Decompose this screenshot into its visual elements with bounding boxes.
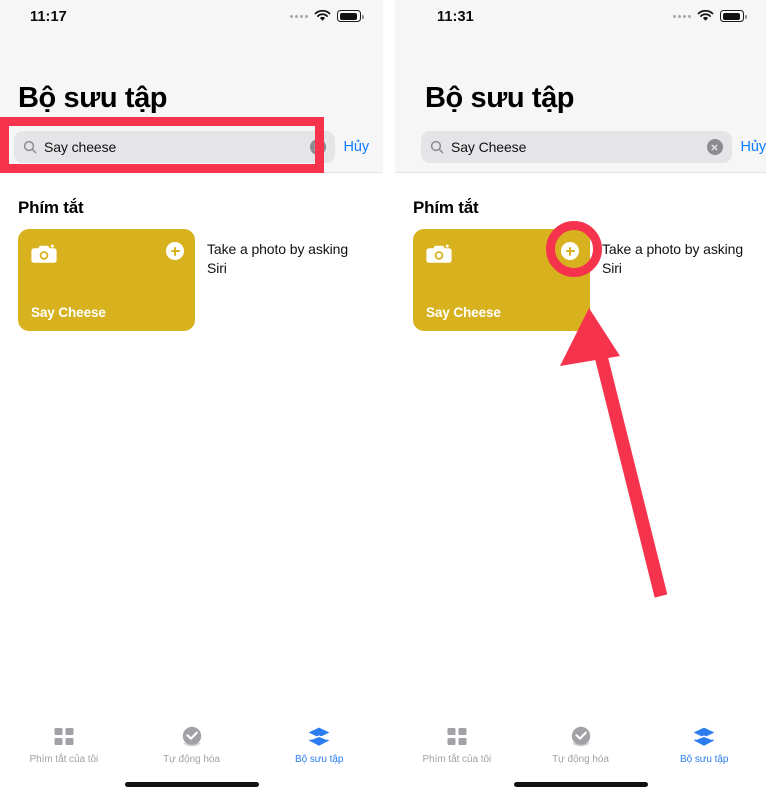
shortcut-row: Say Cheese Take a photo by asking Siri (18, 229, 368, 331)
section-title-shortcuts: Phím tắt (413, 198, 479, 217)
clock-check-icon (569, 725, 593, 749)
camera-icon (31, 244, 57, 263)
shortcut-description: Take a photo by asking Siri (207, 241, 349, 277)
status-time: 11:31 (437, 9, 474, 25)
tab-label: Phím tắt của tôi (422, 754, 492, 765)
tab-label: Tự động hóa (163, 754, 220, 765)
header-chrome-right: 11:31 Bộ sưu tập Say Cheese Hủy (395, 0, 766, 173)
plus-circle-icon[interactable] (561, 242, 579, 260)
cancel-button[interactable]: Hủy (344, 139, 370, 155)
wifi-icon (314, 10, 331, 21)
shortcut-card[interactable]: Say Cheese (413, 229, 590, 331)
layers-icon (692, 725, 716, 749)
tab-bar-left: Phím tắt của tôi Tự động hóa Bộ sưu tập (0, 712, 383, 800)
search-value: Say cheese (44, 139, 117, 155)
battery-icon (720, 10, 747, 22)
status-indicators (290, 10, 364, 22)
cancel-button[interactable]: Hủy (741, 139, 766, 155)
tab-automation[interactable]: Tự động hóa (128, 712, 256, 772)
home-indicator (124, 782, 259, 787)
phone-screen-right: 11:31 Bộ sưu tập Say Cheese Hủy Phím tắt… (383, 0, 766, 800)
shortcut-name: Say Cheese (426, 305, 501, 320)
page-title: Bộ sưu tập (425, 82, 575, 114)
search-row-left: Say cheese Hủy (14, 131, 369, 163)
status-bar-left: 11:17 (0, 0, 383, 36)
clear-circle-icon[interactable] (309, 139, 326, 155)
status-indicators (673, 10, 747, 22)
layers-icon (307, 725, 331, 749)
tab-bar-right: Phím tắt của tôi Tự động hóa Bộ sưu tập (395, 712, 766, 800)
tab-gallery[interactable]: Bộ sưu tập (642, 712, 766, 772)
clock-check-icon (180, 725, 204, 749)
header-chrome-left: 11:17 Bộ sưu tập Say cheese Hủy (0, 0, 383, 173)
plus-circle-icon[interactable] (166, 242, 184, 260)
tab-label: Tự động hóa (552, 754, 609, 765)
camera-icon (426, 244, 452, 263)
grid-icon (53, 725, 75, 749)
tab-gallery[interactable]: Bộ sưu tập (255, 712, 383, 772)
search-icon (430, 140, 444, 154)
search-value: Say Cheese (451, 139, 527, 155)
battery-icon (337, 10, 364, 22)
tab-label: Bộ sưu tập (679, 754, 729, 765)
status-time: 11:17 (30, 9, 67, 25)
search-input[interactable]: Say Cheese (421, 131, 732, 163)
tab-label: Phím tắt của tôi (29, 754, 99, 765)
signal-dots-icon (290, 14, 308, 18)
tab-automation[interactable]: Tự động hóa (519, 712, 643, 772)
tab-my-shortcuts[interactable]: Phím tắt của tôi (395, 712, 519, 772)
tab-label: Bộ sưu tập (294, 754, 344, 765)
page-title: Bộ sưu tập (18, 82, 168, 114)
signal-dots-icon (673, 14, 691, 18)
shortcut-row: Say Cheese Take a photo by asking Siri (413, 229, 753, 331)
search-icon (23, 140, 37, 154)
wifi-icon (697, 10, 714, 21)
shortcut-card[interactable]: Say Cheese (18, 229, 195, 331)
grid-icon (446, 725, 468, 749)
search-input[interactable]: Say cheese (14, 131, 335, 163)
shortcut-description: Take a photo by asking Siri (602, 241, 744, 277)
screenshot-stage: 11:17 Bộ sưu tập Say cheese Hủy Phím tắt… (0, 0, 766, 800)
home-indicator (513, 782, 648, 787)
clear-circle-icon[interactable] (706, 139, 723, 155)
tab-my-shortcuts[interactable]: Phím tắt của tôi (0, 712, 128, 772)
section-title-shortcuts: Phím tắt (18, 198, 84, 217)
shortcut-name: Say Cheese (31, 305, 106, 320)
status-bar-right: 11:31 (395, 0, 766, 36)
phone-screen-left: 11:17 Bộ sưu tập Say cheese Hủy Phím tắt… (0, 0, 383, 800)
search-row-right: Say Cheese Hủy (421, 131, 766, 163)
